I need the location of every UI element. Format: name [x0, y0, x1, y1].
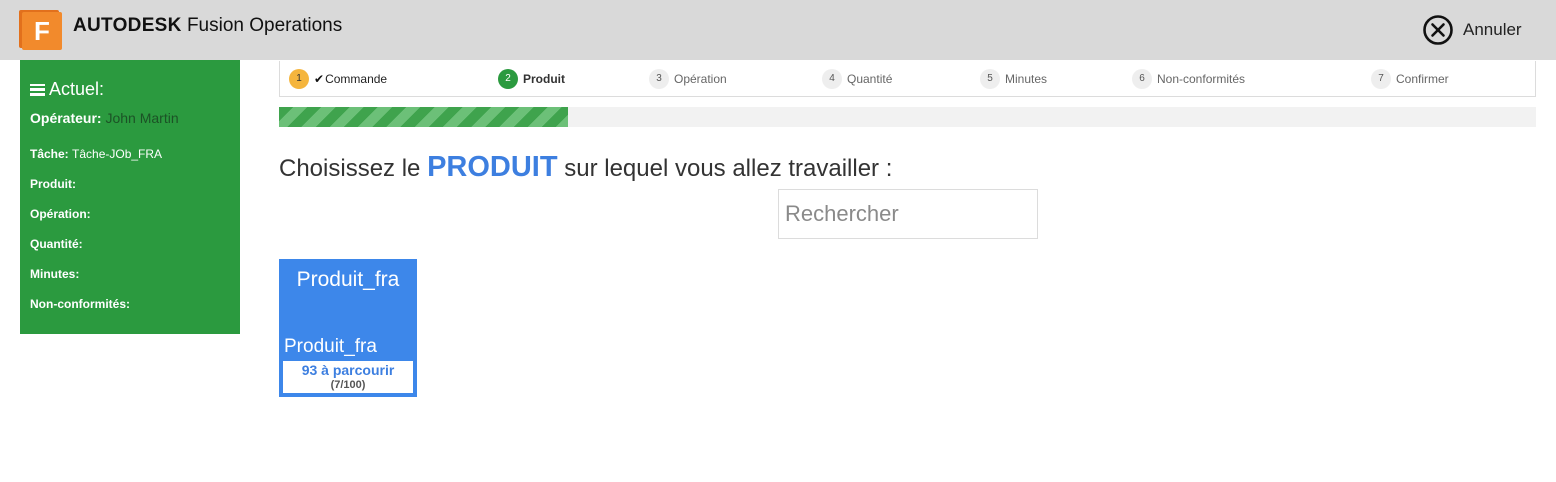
minutes-row: Minutes: — [30, 267, 79, 281]
panel-title-label: Actuel: — [49, 79, 105, 99]
step-operation[interactable]: 3 Opération — [649, 69, 727, 89]
quantity-row: Quantité: — [30, 237, 83, 251]
step-nonconformities[interactable]: 6 Non-conformités — [1132, 69, 1245, 89]
app-header: F AUTODESK Fusion Operations Annuler — [0, 0, 1556, 60]
step-product[interactable]: 2 Produit — [498, 69, 565, 89]
step-label: Non-conformités — [1157, 72, 1246, 86]
minutes-label: Minutes: — [30, 267, 80, 281]
operation-row: Opération: — [30, 207, 91, 221]
operation-label: Opération: — [30, 207, 91, 221]
product-label: Produit: — [30, 177, 76, 191]
product-progress-box: 93 à parcourir (7/100) — [283, 361, 413, 393]
current-status-panel: Actuel: Opérateur: John Martin Tâche: Tâ… — [20, 60, 240, 334]
cancel-button[interactable]: Annuler — [1422, 14, 1522, 46]
step-number: 4 — [822, 69, 842, 89]
quantity-label: Quantité: — [30, 237, 83, 251]
step-label: Commande — [325, 72, 388, 86]
product-remaining: 93 à parcourir — [301, 362, 395, 378]
menu-icon — [30, 83, 45, 96]
step-label: Confirmer — [1396, 72, 1449, 86]
wizard-steps: 1 ✔ Commande 2 Produit 3 Opération 4 Qua… — [279, 61, 1536, 97]
task-value: Tâche-JOb_FRA — [72, 147, 163, 161]
page-heading: Choisissez le PRODUIT sur lequel vous al… — [279, 151, 892, 184]
product-ratio: (7/100) — [330, 379, 366, 391]
progress-fill — [279, 107, 569, 127]
operator-row: Opérateur: John Martin — [30, 110, 179, 126]
panel-title[interactable]: Actuel: — [30, 79, 104, 100]
logo-letter: F — [22, 12, 62, 50]
brand-name: AUTODESK Fusion Operations — [73, 15, 342, 37]
product-card-name: Produit_fra — [284, 336, 377, 357]
task-label: Tâche: — [30, 147, 69, 161]
step-label: Minutes — [1005, 72, 1048, 86]
step-minutes[interactable]: 5 Minutes — [980, 69, 1047, 89]
operator-label: Opérateur — [30, 110, 97, 126]
cancel-label: Annuler — [1463, 20, 1522, 39]
operator-value: John Martin — [105, 110, 179, 126]
step-order[interactable]: 1 ✔ Commande — [289, 69, 387, 89]
nonconformities-label: Non-conformités: — [30, 297, 130, 311]
heading-keyword: PRODUIT — [427, 151, 558, 183]
step-number: 2 — [498, 69, 518, 89]
product-card[interactable]: Produit_fra Produit_fra 93 à parcourir (… — [279, 259, 417, 397]
step-confirm[interactable]: 7 Confirmer — [1371, 69, 1449, 89]
step-label: Quantité — [847, 72, 893, 86]
wizard-progress-bar — [279, 107, 1536, 127]
step-quantity[interactable]: 4 Quantité — [822, 69, 892, 89]
search-input[interactable] — [778, 189, 1038, 239]
step-number: 7 — [1371, 69, 1391, 89]
heading-prefix: Choisissez le — [279, 155, 421, 182]
product-row: Produit: — [30, 177, 76, 191]
step-label: Produit — [523, 72, 565, 86]
step-number: 6 — [1132, 69, 1152, 89]
task-row: Tâche: Tâche-JOb_FRA — [30, 147, 162, 161]
brand-secondary: Fusion Operations — [186, 15, 343, 36]
step-number: 5 — [980, 69, 1000, 89]
product-card-title: Produit_fra — [296, 268, 400, 291]
brand-primary: AUTODESK — [73, 15, 182, 36]
checkmark-icon: ✔ — [314, 72, 325, 86]
nonconformities-row: Non-conformités: — [30, 297, 130, 311]
step-number: 1 — [289, 69, 309, 89]
step-label: Opération — [674, 72, 727, 86]
heading-suffix: sur lequel vous allez travailler : — [564, 155, 893, 182]
fusion-logo: F — [19, 10, 62, 50]
close-circle-icon — [1423, 15, 1453, 45]
step-number: 3 — [649, 69, 669, 89]
